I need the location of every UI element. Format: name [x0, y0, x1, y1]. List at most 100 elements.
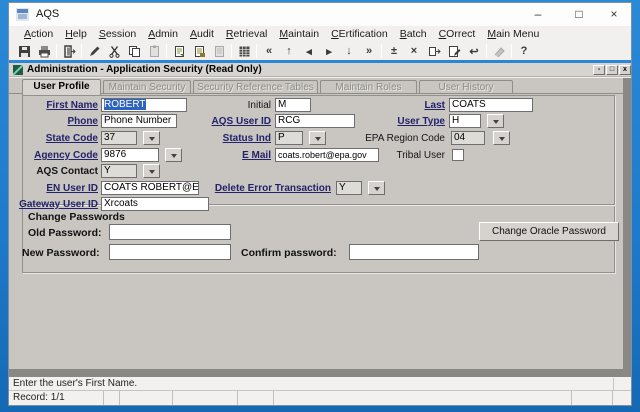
- scroll-up-button[interactable]: ↑: [279, 43, 299, 59]
- old-password-field[interactable]: [109, 224, 231, 240]
- delete-record-button[interactable]: ×: [404, 43, 424, 59]
- scroll-down-button[interactable]: ↓: [339, 43, 359, 59]
- display-list-icon: [238, 45, 251, 58]
- minimize-icon[interactable]: –: [520, 3, 556, 26]
- duplicate-record-button[interactable]: [424, 43, 444, 59]
- record-status-bar: Record: 1/1: [9, 391, 631, 405]
- help-button[interactable]: ?: [514, 43, 534, 59]
- mdi-minimize-icon[interactable]: -: [593, 65, 605, 75]
- delete-error-transaction-dropdown-icon[interactable]: [368, 181, 385, 195]
- scroll-down-icon: ↓: [346, 45, 352, 57]
- copy-field-button[interactable]: [189, 43, 209, 59]
- tribal-user-checkbox[interactable]: [452, 149, 464, 161]
- status-cell: [120, 391, 173, 405]
- change-oracle-password-button[interactable]: Change Oracle Password: [479, 222, 619, 241]
- copy-field-icon: [193, 45, 206, 58]
- status-message-bar: Enter the user's First Name.: [9, 377, 631, 391]
- paste-button[interactable]: [144, 43, 164, 59]
- aqs-contact-field[interactable]: Y: [101, 164, 137, 178]
- tab-maintain-roles[interactable]: Maintain Roles: [320, 80, 417, 94]
- menu-help[interactable]: Help: [59, 28, 93, 40]
- title-bar: AQS – □ ×: [9, 3, 631, 26]
- menu-retrieval[interactable]: Retrieval: [220, 28, 273, 40]
- print-button[interactable]: [34, 43, 54, 59]
- epa-region-code-field[interactable]: 04: [451, 131, 485, 145]
- user-type-field[interactable]: H: [449, 114, 481, 128]
- mdi-title-bar: Administration - Application Security (R…: [9, 63, 631, 77]
- en-user-id-field[interactable]: COATS ROBERT@E: [101, 181, 199, 195]
- status-message: Enter the user's First Name.: [13, 378, 137, 389]
- display-list-button[interactable]: [234, 43, 254, 59]
- window-title: AQS: [36, 8, 59, 20]
- agency-code-field[interactable]: 9876: [101, 148, 159, 162]
- new-password-label: New Password:: [22, 247, 100, 259]
- clear-item-button[interactable]: [209, 43, 229, 59]
- user-type-dropdown-icon[interactable]: [487, 114, 504, 128]
- epa-region-code-dropdown-icon[interactable]: [493, 131, 510, 145]
- aqs-user-id-field[interactable]: RCG: [275, 114, 355, 128]
- menu-batch[interactable]: Batch: [394, 28, 433, 40]
- last-name-label: Last: [395, 100, 445, 111]
- phone-field[interactable]: Phone Number: [101, 114, 177, 128]
- close-icon[interactable]: ×: [596, 3, 632, 26]
- tab-user-history[interactable]: User History: [419, 80, 513, 94]
- en-user-id-label: EN User ID: [14, 183, 98, 194]
- statusbar-grip: [613, 378, 629, 390]
- rollback-button[interactable]: ↩: [464, 43, 484, 59]
- cut-icon: [108, 45, 121, 58]
- status-ind-dropdown-icon[interactable]: [309, 131, 326, 145]
- insert-record-button[interactable]: ±: [384, 43, 404, 59]
- aqs-contact-dropdown-icon[interactable]: [143, 164, 160, 178]
- new-password-field[interactable]: [109, 244, 231, 260]
- mdi-window-icon: [13, 65, 23, 75]
- update-record-icon: [448, 45, 461, 58]
- menu-action[interactable]: Action: [18, 28, 59, 40]
- insert-record-icon: ±: [391, 45, 397, 57]
- mdi-close-icon[interactable]: x: [619, 65, 631, 75]
- maximize-icon[interactable]: □: [561, 3, 597, 26]
- first-record-button[interactable]: «: [259, 43, 279, 59]
- last-record-icon: »: [366, 45, 372, 57]
- cut-button[interactable]: [104, 43, 124, 59]
- confirm-password-field[interactable]: [349, 244, 479, 260]
- menu-main-menu[interactable]: Main Menu: [481, 28, 545, 40]
- menu-correct[interactable]: COrrect: [433, 28, 482, 40]
- update-record-button[interactable]: [444, 43, 464, 59]
- aqs-user-id-label: AQS User ID: [191, 116, 271, 127]
- copy-record-icon: [173, 45, 186, 58]
- tab-maintain-security[interactable]: Maintain Security: [103, 80, 191, 94]
- copy-record-button[interactable]: [169, 43, 189, 59]
- state-code-field[interactable]: 37: [101, 131, 137, 145]
- menu-admin[interactable]: Admin: [142, 28, 184, 40]
- status-ind-field[interactable]: P: [275, 131, 303, 145]
- agency-code-dropdown-icon[interactable]: [165, 148, 182, 162]
- save-icon: [18, 45, 31, 58]
- initial-label: Initial: [221, 100, 271, 111]
- menu-session[interactable]: Session: [93, 28, 142, 40]
- edit-button[interactable]: [84, 43, 104, 59]
- next-record-button[interactable]: ▸: [319, 43, 339, 59]
- previous-record-button[interactable]: ◂: [299, 43, 319, 59]
- menu-maintain[interactable]: Maintain: [273, 28, 325, 40]
- tab-user-profile[interactable]: User Profile: [22, 79, 101, 95]
- status-cell: [173, 391, 238, 405]
- phone-label: Phone: [14, 116, 98, 127]
- previous-record-icon: ◂: [306, 45, 312, 58]
- toolbar: « ↑ ◂ ▸ ↓ » ± × ↩ ?: [9, 42, 631, 60]
- last-name-field[interactable]: COATS: [449, 98, 533, 112]
- gateway-user-id-field[interactable]: Xrcoats: [101, 197, 209, 211]
- tool-button[interactable]: [489, 43, 509, 59]
- save-button[interactable]: [14, 43, 34, 59]
- tab-security-reference-tables[interactable]: Security Reference Tables: [193, 80, 318, 94]
- mdi-maximize-icon[interactable]: □: [606, 65, 618, 75]
- exit-button[interactable]: [59, 43, 79, 59]
- delete-error-transaction-field[interactable]: Y: [336, 181, 362, 195]
- copy-button[interactable]: [124, 43, 144, 59]
- initial-field[interactable]: M: [275, 98, 311, 112]
- menu-audit[interactable]: Audit: [184, 28, 220, 40]
- state-code-dropdown-icon[interactable]: [143, 131, 160, 145]
- first-name-field[interactable]: ROBERT: [101, 98, 187, 112]
- user-type-label: User Type: [365, 116, 445, 127]
- menu-certification[interactable]: CErtification: [325, 28, 394, 40]
- last-record-button[interactable]: »: [359, 43, 379, 59]
